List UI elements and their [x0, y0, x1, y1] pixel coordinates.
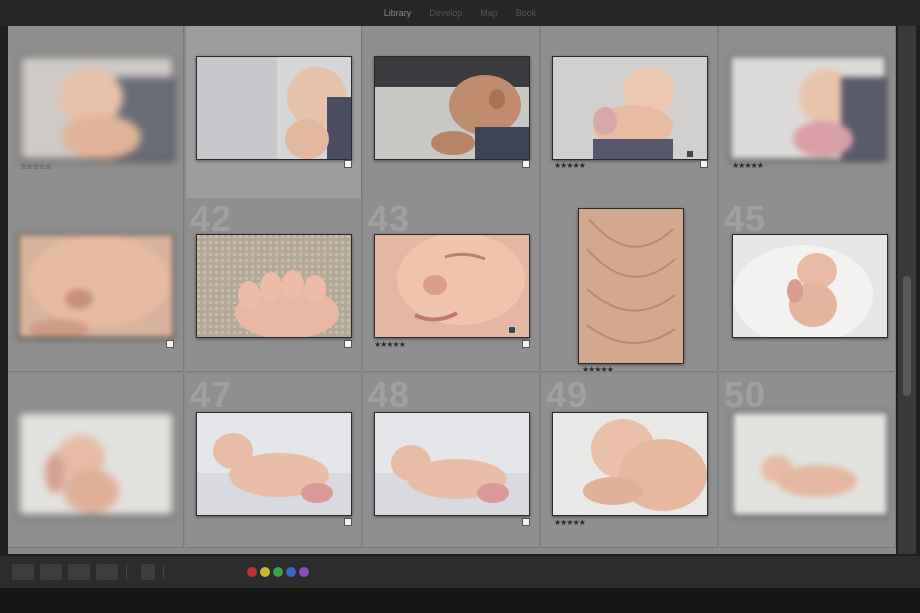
- photo-thumbnail[interactable]: [374, 56, 530, 160]
- module-develop[interactable]: Develop: [429, 8, 462, 18]
- star-rating[interactable]: ★★★★★: [554, 161, 586, 170]
- develop-edit-icon: [686, 150, 694, 158]
- grid-cell[interactable]: 42: [186, 198, 362, 372]
- module-picker: Library Develop Map Book: [0, 0, 920, 26]
- color-label-filter: [244, 567, 309, 577]
- purple-label-button[interactable]: [299, 567, 309, 577]
- toolbar-divider: [163, 564, 164, 580]
- cell-index: 48: [368, 374, 411, 415]
- cell-index: 47: [190, 374, 233, 415]
- grid-cell[interactable]: 50: [720, 374, 896, 548]
- grid-cell[interactable]: [364, 26, 540, 200]
- compare-view-icon[interactable]: [68, 564, 90, 580]
- star-rating[interactable]: ★★★★★: [732, 161, 764, 170]
- toolbar-divider: [126, 564, 127, 580]
- grid-cell[interactable]: 48: [364, 374, 540, 548]
- photo-thumbnail[interactable]: [732, 234, 888, 338]
- star-rating[interactable]: ★★★★★: [374, 340, 406, 349]
- metadata-badge: [700, 160, 708, 168]
- metadata-badge: [166, 340, 174, 348]
- photo-thumbnail[interactable]: [196, 234, 352, 338]
- photo-thumbnail[interactable]: [374, 412, 530, 516]
- green-label-button[interactable]: [273, 567, 283, 577]
- survey-view-icon[interactable]: [96, 564, 118, 580]
- yellow-label-button[interactable]: [260, 567, 270, 577]
- photo-thumbnail[interactable]: [18, 412, 174, 516]
- grid-view-icon[interactable]: [12, 564, 34, 580]
- metadata-badge: [522, 340, 530, 348]
- photo-thumbnail[interactable]: [196, 412, 352, 516]
- metadata-badge: [344, 160, 352, 168]
- grid-cell[interactable]: [8, 198, 184, 372]
- photo-thumbnail[interactable]: [730, 56, 886, 160]
- photo-thumbnail[interactable]: [20, 56, 174, 160]
- star-rating[interactable]: ★★★★★: [554, 518, 586, 527]
- grid-cell[interactable]: ★★★★★: [542, 198, 718, 372]
- blue-label-button[interactable]: [286, 567, 296, 577]
- cell-index: 49: [546, 374, 589, 415]
- grid-cell[interactable]: ★★★★★: [542, 26, 718, 200]
- scrollbar-thumb[interactable]: [903, 276, 911, 396]
- red-label-button[interactable]: [247, 567, 257, 577]
- module-book[interactable]: Book: [516, 8, 537, 18]
- photo-thumbnail[interactable]: [732, 412, 888, 516]
- module-map[interactable]: Map: [480, 8, 498, 18]
- loupe-view-icon[interactable]: [40, 564, 62, 580]
- photo-thumbnail[interactable]: [374, 234, 530, 338]
- painter-icon[interactable]: [141, 564, 155, 580]
- star-rating[interactable]: ★★★★★: [582, 365, 614, 371]
- metadata-badge: [344, 340, 352, 348]
- grid-cell[interactable]: 47: [186, 374, 362, 548]
- star-rating[interactable]: ☆☆☆☆☆: [20, 162, 52, 171]
- metadata-badge: [522, 518, 530, 526]
- grid-cell[interactable]: [186, 26, 362, 200]
- grid-cell[interactable]: ★★★★★: [720, 26, 896, 200]
- grid-cell[interactable]: 49 ★★★★★: [542, 374, 718, 548]
- grid-cell[interactable]: ☆☆☆☆☆: [8, 26, 184, 200]
- photo-thumbnail[interactable]: [552, 56, 708, 160]
- photo-thumbnail[interactable]: [196, 56, 352, 160]
- photo-thumbnail[interactable]: [18, 234, 174, 338]
- grid-cell[interactable]: [8, 374, 184, 548]
- module-library[interactable]: Library: [384, 8, 412, 18]
- grid-cell[interactable]: 43 ★★★★★: [364, 198, 540, 372]
- photo-thumbnail[interactable]: [578, 208, 684, 364]
- library-toolbar: [0, 556, 920, 588]
- grid-scrollbar[interactable]: [898, 26, 916, 554]
- grid-cell[interactable]: 45: [720, 198, 896, 372]
- metadata-badge: [522, 160, 530, 168]
- metadata-badge: [344, 518, 352, 526]
- thumbnail-grid: ☆☆☆☆☆ ★★★★★ ★★★★★ 42 43 ★★★★★ ★★★★★ 45 4…: [8, 26, 896, 554]
- photo-thumbnail[interactable]: [552, 412, 708, 516]
- develop-edit-icon: [508, 326, 516, 334]
- cell-index: 50: [724, 374, 767, 415]
- filmstrip-status-bar: [0, 588, 920, 613]
